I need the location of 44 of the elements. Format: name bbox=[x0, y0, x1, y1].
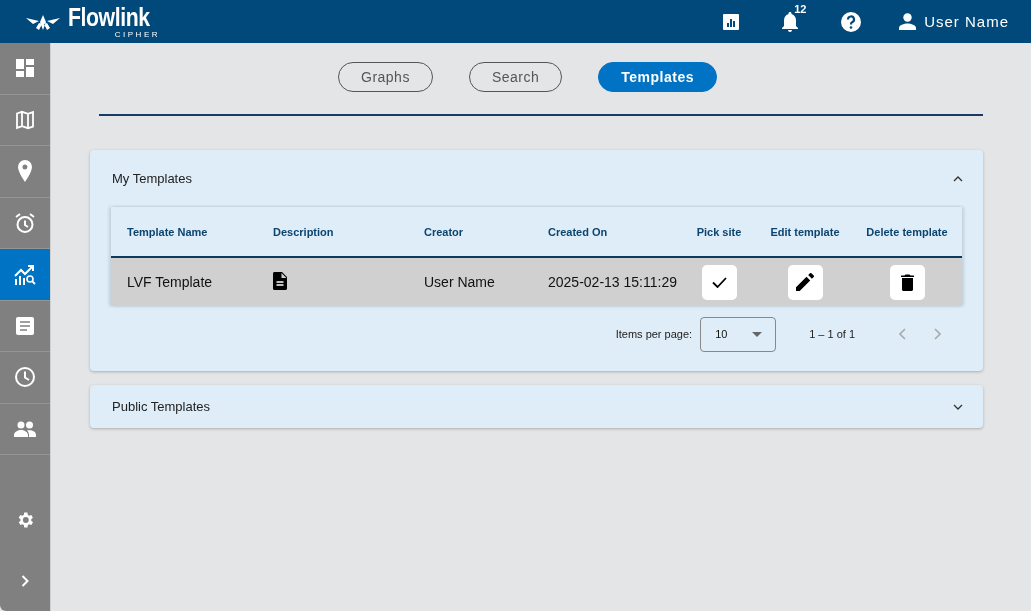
table-cell-text: 2025-02-13 15:11:29 bbox=[547, 274, 678, 290]
trash-icon bbox=[900, 273, 914, 291]
chevron-icon[interactable] bbox=[953, 402, 963, 411]
panel-title[interactable]: Public Templates bbox=[112, 399, 211, 414]
logo-subtitle: CIPHER bbox=[114, 30, 160, 39]
table-cell-text: User Name bbox=[423, 274, 496, 290]
notification-count: 12 bbox=[794, 2, 807, 15]
map-icon bbox=[15, 109, 35, 130]
report-icon[interactable] bbox=[723, 13, 740, 30]
panel-title[interactable]: My Templates bbox=[112, 171, 192, 186]
note-icon bbox=[16, 316, 34, 335]
dropdown-arrow-icon bbox=[752, 331, 763, 337]
delete-template-button[interactable] bbox=[889, 264, 925, 300]
chevron-icon[interactable] bbox=[953, 174, 963, 183]
table-cell-text: LVF Template bbox=[126, 274, 214, 290]
location-pin-icon bbox=[18, 160, 32, 183]
dashboard-icon bbox=[15, 58, 35, 79]
checkmark-icon bbox=[711, 276, 727, 288]
clock-icon bbox=[14, 366, 36, 389]
document-icon[interactable] bbox=[273, 271, 287, 290]
page-size-dropdown[interactable]: 10 bbox=[700, 316, 777, 352]
pencil-icon bbox=[796, 273, 814, 291]
column-header: Description bbox=[272, 225, 335, 238]
items-per-page-label: Items per page: bbox=[615, 328, 693, 340]
column-header: Edit template bbox=[769, 225, 841, 238]
page-range: 1 – 1 of 1 bbox=[809, 328, 855, 340]
column-header: Created On bbox=[547, 225, 609, 238]
column-header: Pick site bbox=[695, 225, 743, 238]
column-header: Creator bbox=[423, 225, 465, 238]
tab[interactable]: Templates bbox=[598, 62, 717, 92]
alarm-clock-icon bbox=[14, 211, 36, 234]
help-icon[interactable] bbox=[841, 11, 862, 32]
column-header: Delete template bbox=[865, 225, 949, 238]
user-name[interactable]: User Name bbox=[924, 13, 1009, 30]
people-icon bbox=[14, 420, 36, 437]
pick-site-button[interactable] bbox=[701, 264, 737, 300]
sidebar-item[interactable] bbox=[0, 249, 50, 301]
user-icon[interactable] bbox=[899, 13, 917, 30]
chart-search-icon bbox=[14, 263, 36, 286]
expand-chevron-icon[interactable] bbox=[21, 574, 29, 587]
column-header: Template Name bbox=[126, 225, 209, 238]
bell-icon[interactable] bbox=[781, 11, 800, 32]
logo-text: Flowlink bbox=[68, 4, 150, 30]
edit-template-button[interactable] bbox=[787, 264, 823, 300]
